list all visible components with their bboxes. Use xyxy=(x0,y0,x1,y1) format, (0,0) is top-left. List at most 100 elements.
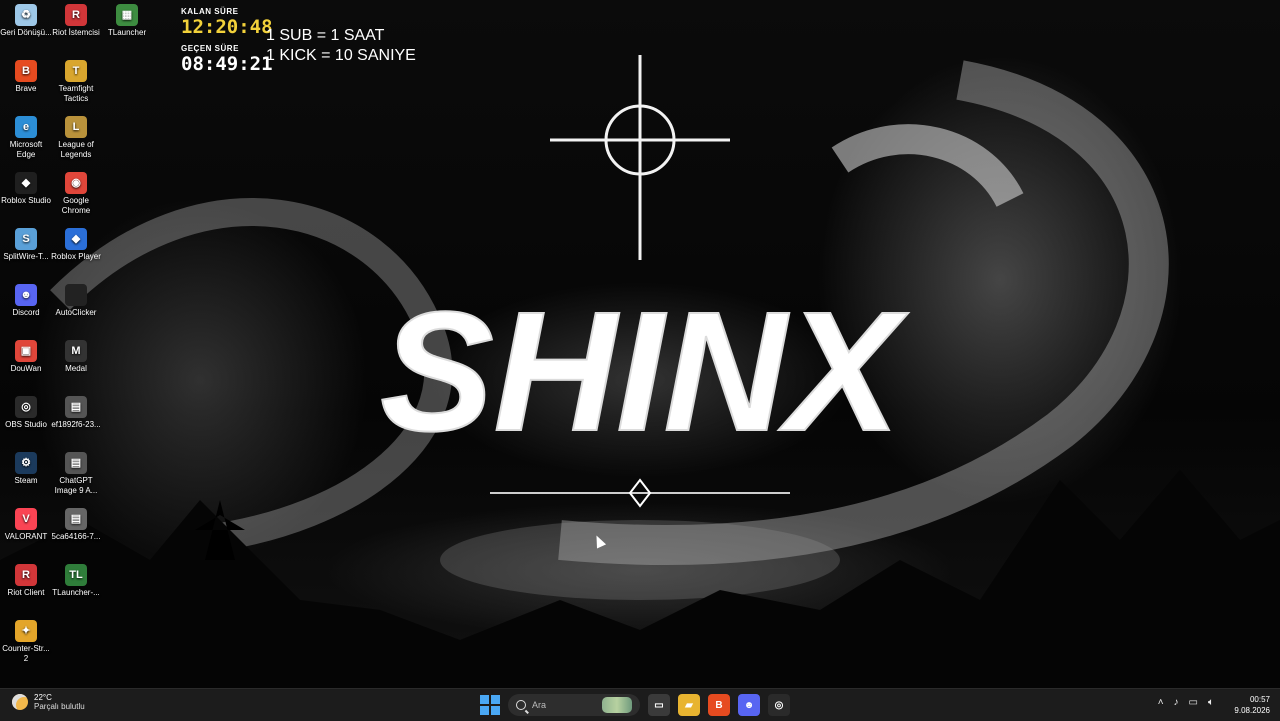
desktop-icon[interactable]: B Brave xyxy=(0,60,52,94)
microphone-icon[interactable]: ♪ xyxy=(1174,697,1179,708)
task-view-icon[interactable]: ▭ xyxy=(648,694,670,716)
search-placeholder: Ara xyxy=(532,700,547,710)
riot-client-icon: R xyxy=(15,564,37,586)
desktop-icon-label: Microsoft Edge xyxy=(9,140,43,159)
edge-icon: e xyxy=(15,116,37,138)
elapsed-time-value: 08:49:21 xyxy=(181,53,273,75)
desktop-icon-label: Brave xyxy=(15,84,37,93)
desktop-icon[interactable]: e Microsoft Edge xyxy=(0,116,52,160)
desktop-icon-label: Discord xyxy=(12,308,40,317)
desktop-icon[interactable]: L League of Legends xyxy=(50,116,102,160)
desktop-icon[interactable]: ▤ ChatGPT Image 9 A... xyxy=(50,452,102,496)
roblox-studio-icon: ◆ xyxy=(15,172,37,194)
desktop-wallpaper: SHINX xyxy=(0,0,1280,688)
desktop-icon[interactable]: ✦ Counter-Str... 2 xyxy=(0,620,52,664)
system-tray: ˄ ♪ ▭ 🔈︎ xyxy=(1158,697,1214,708)
desktop-icon[interactable]: ◆ Roblox Player xyxy=(50,228,102,262)
taskbar-center: Ara ▭ ▰ B ☻ ◎ xyxy=(480,692,790,718)
splitwire-icon: S xyxy=(15,228,37,250)
desktop-icon-label: SplitWire-T... xyxy=(3,252,49,261)
brave-icon: B xyxy=(15,60,37,82)
desktop-icon[interactable]: ◉ Google Chrome xyxy=(50,172,102,216)
taskbar-search[interactable]: Ara xyxy=(508,694,640,716)
search-highlight-image xyxy=(602,697,632,713)
desktop-icon-label: VALORANT xyxy=(4,532,48,541)
clock-time: 00:57 xyxy=(1249,695,1270,704)
obs-studio-icon[interactable]: ◎ xyxy=(768,694,790,716)
douwan-icon: ▣ xyxy=(15,340,37,362)
desktop-icon-label: ef1892f6-23... xyxy=(51,420,101,429)
desktop-icon-label: AutoClicker xyxy=(55,308,97,317)
desktop-icon-label: Riot Client xyxy=(7,588,45,597)
desktop-icon-label: TLauncher xyxy=(107,28,147,37)
desktop-icon[interactable]: ▦ TLauncher xyxy=(101,4,153,38)
brave-icon[interactable]: B xyxy=(708,694,730,716)
desktop-icon-label: Counter-Str... 2 xyxy=(2,644,50,663)
desktop-icon[interactable]: ⚙ Steam xyxy=(0,452,52,486)
taskbar-clock[interactable]: 00:57 9.08.2026 xyxy=(1234,694,1270,716)
desktop-icon-label: 5ca64166-7... xyxy=(51,532,101,541)
remaining-time-value: 12:20:48 xyxy=(181,16,273,38)
weather-description: Parçalı bulutlu xyxy=(34,702,85,711)
desktop-icon-label: Riot İstemcisi xyxy=(52,28,100,37)
recycle-bin-icon: ♻ xyxy=(15,4,37,26)
desktop-icon-label: Google Chrome xyxy=(61,196,91,215)
folder-icon[interactable]: ▰ xyxy=(678,694,700,716)
discord-icon[interactable]: ☻ xyxy=(738,694,760,716)
league-of-legends-icon: L xyxy=(65,116,87,138)
display-icon[interactable]: ▭ xyxy=(1189,697,1198,708)
desktop-icon[interactable]: M Medal xyxy=(50,340,102,374)
image-file-icon: ▤ xyxy=(65,508,87,530)
show-hidden-icons-chevron-icon[interactable]: ˄ xyxy=(1158,697,1164,708)
desktop-icon[interactable]: ◎ OBS Studio xyxy=(0,396,52,430)
desktop-icon[interactable]: ▤ ef1892f6-23... xyxy=(50,396,102,430)
desktop-icon-label: Geri Dönüşü... xyxy=(0,28,52,37)
desktop-icon-label: League of Legends xyxy=(58,140,94,159)
search-icon xyxy=(516,700,526,710)
taskbar: 22°C Parçalı bulutlu Ara ▭ ▰ B ☻ ◎ ˄ ♪ ▭ 🔈︎ … xyxy=(0,688,1280,721)
desktop-icon-label: ChatGPT Image 9 A... xyxy=(54,476,98,495)
desktop-icon[interactable]: V VALORANT xyxy=(0,508,52,542)
counter-strike-icon: ✦ xyxy=(15,620,37,642)
wallpaper-title: SHINX xyxy=(380,277,908,467)
weather-temperature: 22°C xyxy=(34,693,52,702)
rule-sub: 1 SUB = 1 SAAT xyxy=(266,27,385,44)
subathon-rules: 1 SUB = 1 SAAT 1 KICK = 10 SANIYE xyxy=(266,26,416,66)
desktop-icon-label: OBS Studio xyxy=(5,420,47,429)
desktop-icon[interactable]: ♻ Geri Dönüşü... xyxy=(0,4,52,38)
valorant-icon: V xyxy=(15,508,37,530)
desktop-icon[interactable]: S SplitWire-T... xyxy=(0,228,52,262)
start-button[interactable] xyxy=(480,695,500,715)
desktop-icon[interactable]: TL TLauncher-... xyxy=(50,564,102,598)
tlauncher-icon: ▦ xyxy=(116,4,138,26)
image-file-icon: ▤ xyxy=(65,396,87,418)
desktop-icon[interactable]: ☻ Discord xyxy=(0,284,52,318)
remaining-time-widget: KALAN SÜRE 12:20:48 xyxy=(181,7,273,38)
desktop-icon[interactable]: R Riot Client xyxy=(0,564,52,598)
desktop-icon-label: Roblox Studio xyxy=(1,196,51,205)
elapsed-time-label: GEÇEN SÜRE xyxy=(181,44,239,53)
desktop-icon[interactable]: ◆ Roblox Studio xyxy=(0,172,52,206)
obs-studio-icon: ◎ xyxy=(15,396,37,418)
chrome-icon: ◉ xyxy=(65,172,87,194)
desktop-icon-label: Medal xyxy=(65,364,87,373)
rule-kick: 1 KICK = 10 SANIYE xyxy=(266,47,416,64)
weather-widget[interactable]: 22°C Parçalı bulutlu xyxy=(12,693,85,711)
desktop-icon-label: DouWan xyxy=(10,364,42,373)
volume-icon[interactable]: 🔈︎ xyxy=(1208,697,1214,708)
remaining-time-label: KALAN SÜRE xyxy=(181,7,239,16)
roblox-player-icon: ◆ xyxy=(65,228,87,250)
clock-date: 9.08.2026 xyxy=(1234,706,1270,715)
desktop-icon[interactable]: AutoClicker xyxy=(50,284,102,318)
teamfight-tactics-icon: T xyxy=(65,60,87,82)
desktop-icon[interactable]: ▣ DouWan xyxy=(0,340,52,374)
windows-logo-icon xyxy=(480,695,489,704)
desktop-icon-label: TLauncher-... xyxy=(52,588,100,597)
desktop-icon[interactable]: ▤ 5ca64166-7... xyxy=(50,508,102,542)
desktop-icon-label: Teamfight Tactics xyxy=(58,84,94,103)
desktop-icon-label: Steam xyxy=(14,476,38,485)
desktop-icon[interactable]: T Teamfight Tactics xyxy=(50,60,102,104)
medal-icon: M xyxy=(65,340,87,362)
steam-icon: ⚙ xyxy=(15,452,37,474)
desktop-icon[interactable]: R Riot İstemcisi xyxy=(50,4,102,38)
